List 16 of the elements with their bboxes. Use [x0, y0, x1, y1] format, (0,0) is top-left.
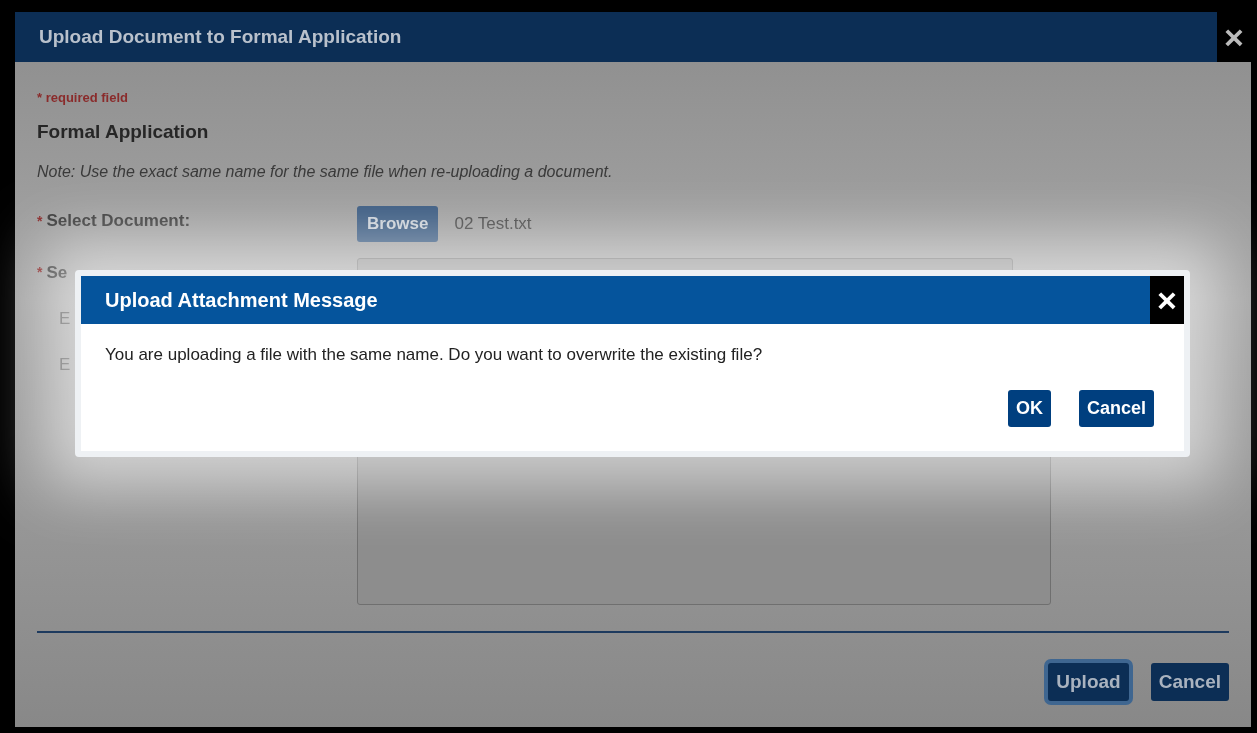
- file-name: 02 Test.txt: [454, 213, 532, 235]
- field-label: Select Document:: [46, 210, 191, 233]
- cancel-button[interactable]: Cancel: [1078, 389, 1154, 427]
- message-text: You are uploading a file with the same name. Do you want to overwrite the existing file?: [104, 344, 764, 366]
- required-note: * required field: [37, 89, 130, 107]
- section-heading: Formal Application: [37, 119, 210, 144]
- close-button[interactable]: ×: [1217, 12, 1251, 62]
- close-button[interactable]: ×: [1150, 276, 1184, 324]
- required-mark: *: [37, 263, 43, 282]
- cancel-button[interactable]: Cancel: [1150, 662, 1229, 701]
- dialog-title: Upload Document to Formal Application: [39, 24, 402, 49]
- field-label: Se: [46, 261, 68, 284]
- message-title: Upload Attachment Message: [105, 288, 378, 313]
- ok-button[interactable]: OK: [1007, 389, 1051, 427]
- note-text: Note: Use the exact same name for the same file when re-uploading a document.: [37, 162, 614, 182]
- required-mark: *: [37, 211, 43, 231]
